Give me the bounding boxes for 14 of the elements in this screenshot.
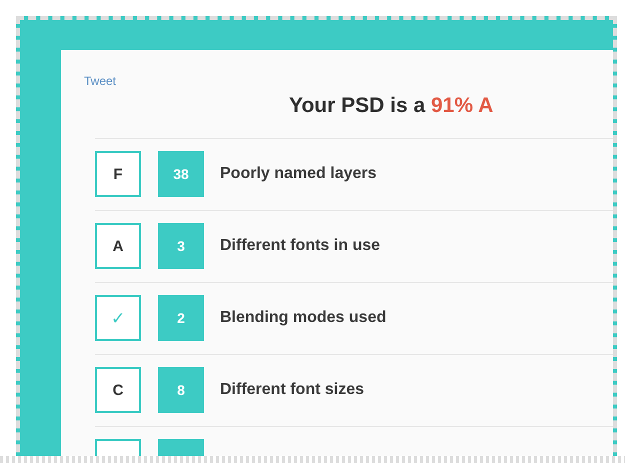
count-badge: 38 xyxy=(158,151,204,197)
metric-label: Different font sizes xyxy=(220,381,364,399)
count-badge: 3 xyxy=(158,223,204,269)
grade-badge: F xyxy=(95,151,141,197)
metric-label: Different fonts in use xyxy=(220,237,380,255)
grade-badge: A xyxy=(95,223,141,269)
score-heading: Your PSD is a 91% A xyxy=(289,94,494,118)
count-badge: 2 xyxy=(158,295,204,341)
metric-label: Blending modes used xyxy=(220,309,386,327)
grade-badge: C xyxy=(95,367,141,413)
tweet-link[interactable]: Tweet xyxy=(84,74,116,88)
count-badge: 8 xyxy=(158,367,204,413)
metric-label: Poorly named layers xyxy=(220,165,377,183)
check-badge: ✓ xyxy=(95,295,141,341)
